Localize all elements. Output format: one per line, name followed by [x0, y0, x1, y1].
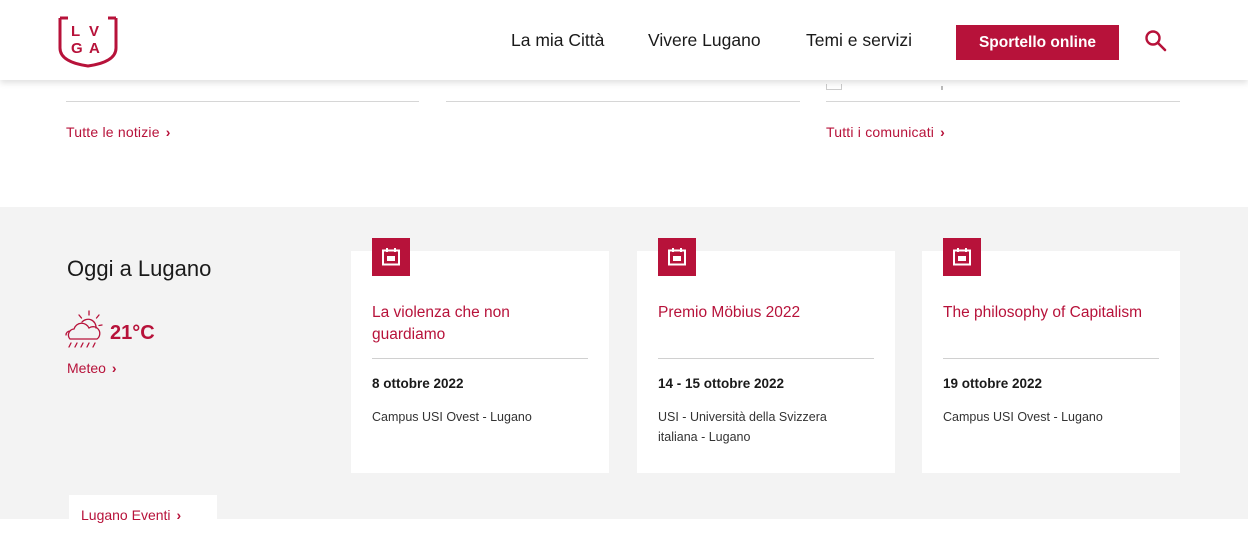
svg-text:A: A [89, 40, 100, 57]
news-divider [826, 101, 1180, 102]
nav-la-mia-citta[interactable]: La mia Città [511, 30, 604, 51]
checkbox-fragment [826, 84, 842, 90]
event-card[interactable]: Premio Möbius 2022 14 - 15 ottobre 2022 … [637, 238, 895, 473]
svg-text:L: L [71, 23, 80, 40]
news-divider [446, 101, 800, 102]
event-location: Campus USI Ovest - Lugano [943, 410, 1103, 424]
event-date: 8 ottobre 2022 [372, 376, 464, 391]
site-header: L V G A La mia Città Vivere Lugano Temi … [0, 0, 1248, 80]
nav-vivere-lugano[interactable]: Vivere Lugano [648, 30, 761, 51]
event-date: 14 - 15 ottobre 2022 [658, 376, 785, 391]
event-location: USI - Università della Svizzera italiana… [658, 410, 827, 444]
sportello-online-button[interactable]: Sportello online [956, 25, 1119, 60]
all-news-label: Tutte le notizie [66, 124, 160, 140]
event-card[interactable]: La violenza che non guardiamo 8 ottobre … [351, 238, 609, 473]
text-fragment [941, 86, 943, 90]
news-divider [66, 101, 419, 102]
calendar-icon [372, 238, 410, 276]
lugano-eventi-link[interactable]: Lugano Eventi › [69, 495, 217, 535]
all-communications-label: Tutti i comunicati [826, 124, 935, 140]
event-divider [658, 358, 874, 359]
event-divider [943, 358, 1159, 359]
calendar-icon [943, 238, 981, 276]
chevron-right-icon: › [176, 507, 182, 523]
search-icon[interactable] [1143, 28, 1169, 54]
lugano-logo-icon[interactable]: L V G A [54, 12, 122, 68]
svg-text:G: G [71, 40, 83, 57]
event-card[interactable]: The philosophy of Capitalism 19 ottobre … [922, 238, 1180, 473]
lugano-eventi-label: Lugano Eventi [81, 507, 171, 523]
event-location: Campus USI Ovest - Lugano [372, 410, 532, 424]
event-title[interactable]: Premio Möbius 2022 [658, 302, 873, 324]
svg-text:V: V [89, 23, 99, 40]
event-divider [372, 358, 588, 359]
chevron-right-icon: › [165, 124, 171, 140]
partly-cloudy-rain-icon [65, 310, 103, 348]
calendar-icon [658, 238, 696, 276]
meteo-link[interactable]: Meteo › [67, 360, 117, 376]
chevron-right-icon: › [940, 124, 945, 140]
all-news-link[interactable]: Tutte le notizie › [66, 124, 171, 140]
today-title: Oggi a Lugano [67, 256, 212, 281]
event-date: 19 ottobre 2022 [943, 376, 1043, 391]
meteo-label: Meteo [67, 360, 106, 376]
chevron-right-icon: › [111, 360, 117, 376]
nav-temi-e-servizi[interactable]: Temi e servizi [806, 30, 912, 51]
all-communications-link[interactable]: Tutti i comunicati › [826, 124, 945, 140]
temperature-value: 21°C [110, 322, 155, 344]
event-title[interactable]: La violenza che non guardiamo [372, 302, 587, 346]
event-title[interactable]: The philosophy of Capitalism [943, 302, 1158, 324]
